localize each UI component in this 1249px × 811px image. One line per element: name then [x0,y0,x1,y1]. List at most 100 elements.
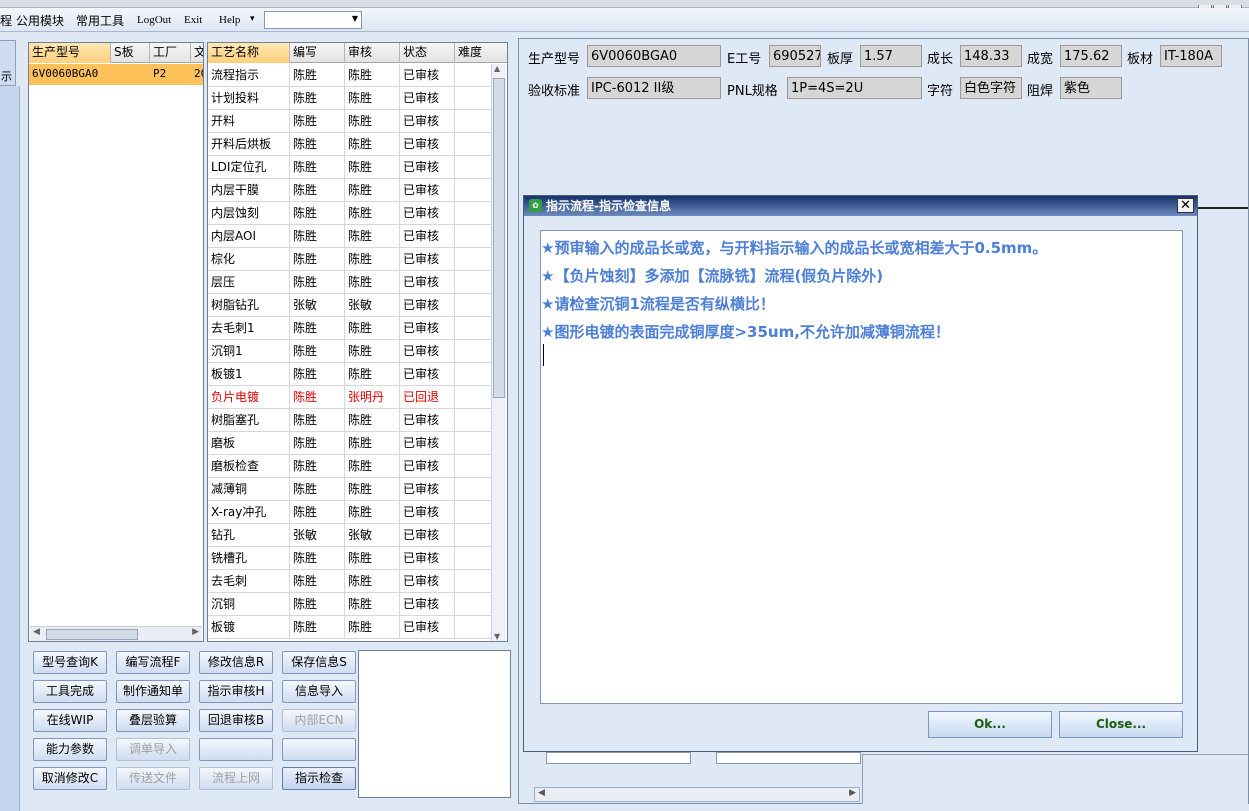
thickness-field[interactable]: 1.57 [860,45,922,67]
table-row[interactable]: 磨板 陈胜 陈胜 已审核 [208,432,493,455]
table-row[interactable]: 减薄铜 陈胜 陈胜 已审核 [208,478,493,501]
menu-combo-box[interactable]: ▼ [264,11,362,29]
table-row[interactable]: 内层干膜 陈胜 陈胜 已审核 [208,179,493,202]
column-header-reviewer[interactable]: 审核 [345,43,400,63]
send-file-button[interactable]: 传送文件 [116,767,190,790]
scroll-right-icon[interactable]: ▶ [192,627,199,637]
table-row[interactable]: 磨板检查 陈胜 陈胜 已审核 [208,455,493,478]
cell-model: 6V0060BGA0 [32,67,99,80]
close-button[interactable]: Close... [1059,711,1183,738]
table-row[interactable]: 板镀 陈胜 陈胜 已审核 [208,616,493,639]
online-wip-button[interactable]: 在线WIP [33,709,107,732]
table-row[interactable]: 去毛刺1 陈胜 陈胜 已审核 [208,317,493,340]
table-row[interactable]: 负片电镀 陈胜 张明丹 已回退 [208,386,493,409]
eng-no-field[interactable]: 690527 [769,45,821,67]
bottom-combo-left[interactable] [546,752,691,764]
cell-author: 陈胜 [290,340,345,362]
solder-mask-field[interactable]: 紫色 [1060,77,1122,99]
model-query-button[interactable]: 型号查询K [33,651,107,674]
save-info-button[interactable]: 保存信息S [282,651,356,674]
write-process-button[interactable]: 编写流程F [116,651,190,674]
table-row[interactable]: 沉铜 陈胜 陈胜 已审核 [208,593,493,616]
table-row[interactable]: 板镀1 陈胜 陈胜 已审核 [208,363,493,386]
modify-info-button[interactable]: 修改信息R [199,651,273,674]
menu-item-common-modules[interactable]: 公用模块 [16,12,64,29]
left-side-tab[interactable]: 示 [0,40,16,86]
column-header-s-board[interactable]: S板 [111,43,150,63]
table-row[interactable]: 内层AOI 陈胜 陈胜 已审核 [208,225,493,248]
material-field[interactable]: IT-180A [1160,45,1222,67]
cell-process-name: 沉铜 [208,593,290,615]
menu-item-common-tools[interactable]: 常用工具 [76,12,124,29]
model-field[interactable]: 6V0060BGA0 [587,45,721,67]
table-row[interactable]: 流程指示 陈胜 陈胜 已审核 [208,64,493,87]
table-row[interactable]: 棕化 陈胜 陈胜 已审核 [208,248,493,271]
column-header-author[interactable]: 编写 [290,43,345,63]
table-row[interactable]: 6V0060BGA0 P2 20 [29,64,203,85]
scroll-left-icon[interactable]: ◀ [538,788,545,798]
acceptance-standard-field[interactable]: IPC-6012 II级 [587,77,721,99]
menu-item-help[interactable]: Help [219,14,240,26]
tool-complete-button[interactable]: 工具完成 [33,680,107,703]
bottom-combo-right[interactable] [716,752,861,764]
scroll-down-icon[interactable]: ▼ [494,632,500,641]
cell-author: 陈胜 [290,478,345,500]
instruction-review-button[interactable]: 指示审核H [199,680,273,703]
close-icon[interactable]: ✕ [1177,198,1194,213]
column-header-difficulty[interactable]: 难度 [455,43,507,63]
cell-author: 陈胜 [290,225,345,247]
scrollbar-thumb[interactable] [46,629,138,640]
scroll-right-icon[interactable]: ▶ [849,788,856,798]
table-row[interactable]: 沉铜1 陈胜 陈胜 已审核 [208,340,493,363]
internal-ecn-button[interactable]: 内部ECN [282,709,356,732]
vertical-scrollbar[interactable]: ▲ ▼ [491,64,506,641]
column-header-factory[interactable]: 工厂 [150,43,191,63]
scrollbar-thumb[interactable] [493,78,505,398]
blank-button-1[interactable] [199,738,273,761]
cell-reviewer: 陈胜 [345,317,400,339]
horizontal-scrollbar[interactable]: ◀ ▶ [534,787,860,802]
cell-reviewer: 张明丹 [345,386,400,408]
menu-item-exit[interactable]: Exit [184,14,202,26]
process-online-button[interactable]: 流程上网 [199,767,273,790]
menu-item-logout[interactable]: LogOut [137,14,171,26]
order-import-button[interactable]: 调单导入 [116,738,190,761]
table-row[interactable]: 钻孔 张敏 张敏 已审核 [208,524,493,547]
dialog-title-bar[interactable]: ✿ 指示流程-指示检查信息 ✕ [524,196,1197,216]
table-row[interactable]: 开料 陈胜 陈胜 已审核 [208,110,493,133]
pnl-spec-field[interactable]: 1P=4S=2U [787,77,922,99]
cell-reviewer: 陈胜 [345,64,400,86]
message-textarea[interactable]: ★预审输入的成品长或宽，与开料指示输入的成品长或宽相差大于0.5mm。 ★【负片… [540,230,1183,704]
table-row[interactable]: 层压 陈胜 陈胜 已审核 [208,271,493,294]
character-field[interactable]: 白色字符 [960,77,1022,99]
capability-params-button[interactable]: 能力参数 [33,738,107,761]
scroll-left-icon[interactable]: ◀ [33,627,40,637]
table-row[interactable]: 开料后烘板 陈胜 陈胜 已审核 [208,133,493,156]
window-controls[interactable] [1197,0,1245,11]
rollback-review-button[interactable]: 回退审核B [199,709,273,732]
table-row[interactable]: X-ray冲孔 陈胜 陈胜 已审核 [208,501,493,524]
ok-button[interactable]: Ok... [928,711,1052,738]
table-row[interactable]: 内层蚀刻 陈胜 陈胜 已审核 [208,202,493,225]
cancel-modify-button[interactable]: 取消修改C [33,767,107,790]
scroll-up-icon[interactable]: ▲ [494,64,500,73]
instruction-check-button[interactable]: 指示检查 [282,767,356,790]
finished-width-field[interactable]: 175.62 [1060,45,1122,67]
table-row[interactable]: 去毛刺 陈胜 陈胜 已审核 [208,570,493,593]
make-notice-button[interactable]: 制作通知单 [116,680,190,703]
blank-button-2[interactable] [282,738,356,761]
column-header-status[interactable]: 状态 [400,43,455,63]
menu-item-program[interactable]: 程 [0,12,12,29]
table-row[interactable]: LDI定位孔 陈胜 陈胜 已审核 [208,156,493,179]
column-header-model[interactable]: 生产型号 [29,43,111,63]
table-row[interactable]: 铣槽孔 陈胜 陈胜 已审核 [208,547,493,570]
finished-length-field[interactable]: 148.33 [960,45,1022,67]
stackup-check-button[interactable]: 叠层验算 [116,709,190,732]
table-row[interactable]: 树脂塞孔 陈胜 陈胜 已审核 [208,409,493,432]
column-header-doc[interactable]: 文 [191,43,203,63]
table-row[interactable]: 树脂钻孔 张敏 张敏 已审核 [208,294,493,317]
info-import-button[interactable]: 信息导入 [282,680,356,703]
table-row[interactable]: 计划投料 陈胜 陈胜 已审核 [208,87,493,110]
horizontal-scrollbar[interactable]: ◀ ▶ [30,626,202,641]
column-header-process-name[interactable]: 工艺名称 [208,43,290,63]
